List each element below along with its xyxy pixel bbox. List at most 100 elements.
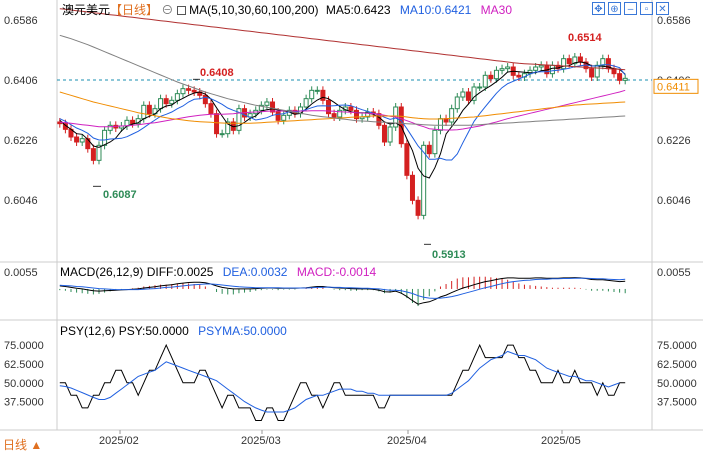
candle-body — [381, 124, 387, 143]
restore-icon[interactable]: ▫ — [640, 2, 653, 15]
candle-body — [622, 77, 628, 81]
candle-body — [331, 113, 337, 118]
psy-line-psy — [59, 343, 626, 421]
annotation-left-low: 0.6087 — [103, 189, 137, 201]
minimize-icon[interactable]: – — [624, 2, 637, 15]
candle-body — [538, 64, 544, 68]
macd-diff: DIFF:0.0025 — [146, 265, 214, 279]
y-tick-left-0.6406: 0.6406 — [4, 75, 38, 87]
candle-body — [180, 88, 186, 95]
macd-dea: DEA:0.0032 — [222, 265, 288, 279]
macd-line-diff — [59, 277, 626, 305]
annotation-high: 0.6514 — [568, 32, 603, 44]
main-header: 澳元美元【日线】 ⊖ MA(5,10,30,60,100,200) MA5:0.… — [62, 3, 512, 17]
candle-body — [409, 174, 415, 201]
candle-body — [130, 119, 136, 125]
ma10-value: MA10:0.6421 — [399, 3, 472, 17]
candle-body — [421, 144, 427, 216]
candle-body — [499, 68, 505, 71]
psy-tick-right-75.0000: 75.0000 — [657, 340, 697, 352]
candle-body — [460, 91, 466, 98]
candle-body — [79, 138, 85, 143]
candle-body — [505, 66, 511, 70]
candle-body — [141, 104, 147, 120]
y-tick-left-0.6586: 0.6586 — [4, 15, 38, 27]
candle-body — [454, 96, 460, 110]
current-price-label: 0.6411 — [657, 81, 690, 93]
candle-body — [90, 148, 96, 161]
candle-body — [449, 108, 455, 123]
candle-body — [566, 58, 572, 65]
annotation-low: 0.5913 — [432, 249, 466, 261]
candle-body — [348, 106, 354, 111]
candle-body — [415, 199, 421, 216]
close-icon[interactable]: ✕ — [656, 2, 669, 15]
zoom-icon[interactable]: ⊕ — [608, 2, 621, 15]
candle-body — [594, 64, 600, 78]
x-tick-2025/05: 2025/05 — [541, 435, 581, 447]
candle-body — [617, 73, 623, 81]
candle-body — [191, 89, 197, 93]
candle-body — [208, 103, 214, 115]
x-tick-2025/04: 2025/04 — [387, 435, 427, 447]
candle-body — [281, 114, 287, 121]
ma-line-ma5 — [59, 61, 626, 179]
y-tick-right-0.6586: 0.6586 — [657, 15, 691, 27]
move-icon[interactable]: ✥ — [592, 2, 605, 15]
ma30-value: MA30 — [480, 3, 512, 17]
candle-body — [326, 99, 332, 115]
psy-tick-right-50.0000: 50.0000 — [657, 378, 697, 390]
candle-body — [158, 98, 164, 110]
annotation-left-high: 0.6408 — [200, 67, 234, 79]
candle-body — [516, 74, 522, 78]
candle-body — [320, 89, 326, 101]
y-tick-right-0.6046: 0.6046 — [657, 195, 691, 207]
candle-body — [437, 118, 443, 131]
y-tick-left-0.6226: 0.6226 — [4, 135, 38, 147]
candle-body — [314, 89, 320, 92]
candle-body — [387, 126, 393, 143]
psy-tick-left-75.0000: 75.0000 — [4, 340, 44, 352]
candle-body — [493, 69, 499, 80]
ma5-value: MA5:0.6423 — [325, 3, 391, 17]
candle-body — [169, 99, 175, 105]
candle-body — [303, 98, 309, 108]
gear-icon[interactable]: ⊖ — [161, 3, 173, 17]
candle-body — [85, 138, 91, 150]
macd-header: MACD(26,12,9) DIFF:0.0025 DEA:0.0032 MAC… — [60, 265, 376, 279]
candle-body — [275, 111, 281, 121]
macd-tick-right: 0.0055 — [657, 267, 691, 279]
candle-body — [146, 104, 152, 115]
candlestick-chart: 0.65860.65860.64060.64060.62260.62260.60… — [0, 0, 703, 447]
psyma-value: PSYMA:50.0000 — [198, 324, 287, 338]
candle-body — [477, 86, 483, 89]
candle-body — [482, 74, 488, 88]
x-tick-2025/02: 2025/02 — [99, 435, 139, 447]
psy-tick-right-62.5000: 62.5000 — [657, 359, 697, 371]
y-tick-right-0.6226: 0.6226 — [657, 135, 691, 147]
psy-tick-left-37.5000: 37.5000 — [4, 397, 44, 409]
psy-value: PSY:50.0000 — [118, 324, 189, 338]
symbol-name: 澳元美元 — [62, 3, 111, 17]
candle-body — [107, 124, 113, 131]
candle-body — [74, 136, 80, 143]
macd-tick-left: 0.0055 — [4, 267, 38, 279]
candle-body — [404, 143, 410, 176]
candle-body — [432, 129, 438, 155]
psy-header: PSY(12,6) PSY:50.0000 PSYMA:50.0000 — [60, 324, 287, 338]
macd-label: MACD(26,12,9) — [60, 265, 144, 279]
candle-body — [309, 89, 315, 100]
psy-tick-left-62.5000: 62.5000 — [4, 359, 44, 371]
candle-body — [577, 56, 583, 63]
psy-label: PSY(12,6) — [60, 324, 116, 338]
window-toolbar: ✥ ⊕ – ▫ ✕ — [592, 2, 669, 15]
ma-line-ma200 — [59, 8, 626, 71]
candle-body — [102, 129, 108, 146]
candle-body — [465, 91, 471, 101]
macd-value: MACD:-0.0014 — [296, 265, 377, 279]
period-button[interactable]: 日线 ▲ — [3, 438, 42, 452]
ma-label: MA(5,10,30,60,100,200) — [189, 3, 319, 17]
period-tag[interactable]: 【日线】 — [110, 3, 158, 17]
x-tick-2025/03: 2025/03 — [241, 435, 281, 447]
candle-body — [186, 88, 192, 91]
